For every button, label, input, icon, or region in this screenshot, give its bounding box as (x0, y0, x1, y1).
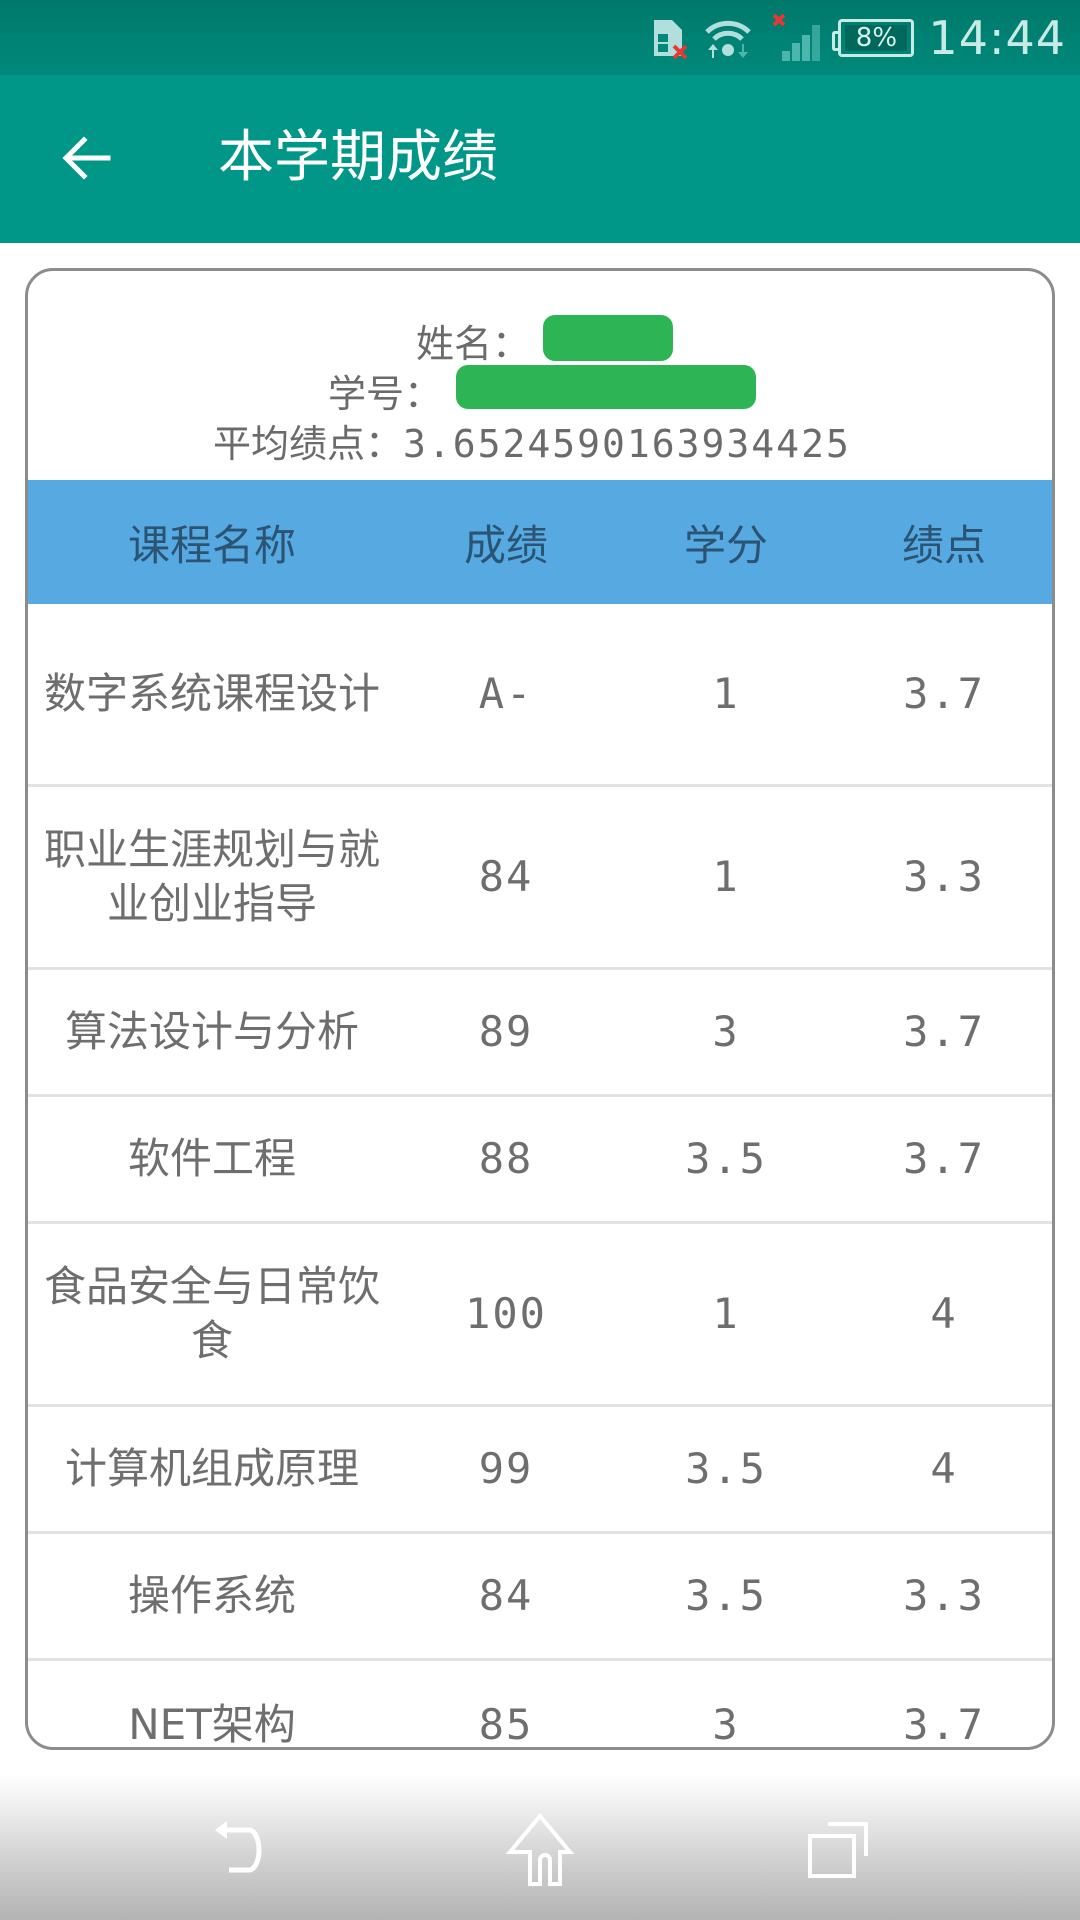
nav-home-button[interactable] (480, 1805, 600, 1895)
table-row: 算法设计与分析 89 3 3.7 (28, 970, 1052, 1097)
course-score: 99 (478, 1444, 534, 1493)
name-label: 姓名： (416, 322, 531, 366)
name-redacted (543, 315, 673, 361)
course-name: 计算机组成原理 (64, 1444, 359, 1493)
course-name: NET架构 (128, 1699, 296, 1749)
course-gpa: 3.3 (903, 852, 985, 901)
gpa-row: 平均绩点：3.6524590163934425 (213, 413, 851, 468)
course-gpa: 3.7 (903, 1699, 985, 1749)
course-name: 算法设计与分析 (64, 1007, 359, 1056)
course-credit: 3 (712, 1007, 740, 1056)
course-score: 84 (478, 852, 534, 901)
id-label: 学号： (328, 372, 443, 416)
status-bar: 8% 14:44 (0, 0, 1080, 75)
course-score: 84 (478, 1571, 534, 1620)
course-credit: 1 (712, 669, 740, 718)
course-name: 食品安全与日常饮食 (43, 1262, 380, 1365)
course-gpa: 4 (930, 1444, 958, 1493)
course-credit: 3 (712, 1699, 740, 1749)
nav-recents-button[interactable] (780, 1805, 900, 1895)
course-credit: 1 (712, 852, 740, 901)
grades-card: 姓名： 学号： 平均绩点：3.6524590163934425 课程名称 成绩 … (25, 268, 1055, 1750)
signal-no-service-icon (768, 13, 824, 63)
name-row: 姓名： (416, 313, 530, 368)
course-score: 85 (478, 1699, 534, 1749)
battery-icon: 8% (832, 18, 915, 57)
header-gpa: 绩点 (901, 520, 986, 570)
back-button[interactable] (50, 122, 122, 194)
gpa-label: 平均绩点： (213, 422, 404, 466)
table-header: 课程名称 成绩 学分 绩点 (28, 480, 1052, 604)
table-row: 操作系统 84 3.5 3.3 (28, 1534, 1052, 1661)
nav-back-button[interactable] (183, 1805, 303, 1895)
nav-back-icon (215, 1821, 262, 1873)
course-gpa: 3.7 (903, 1007, 985, 1056)
course-credit: 1 (712, 1289, 740, 1338)
table-body[interactable]: 数字系统课程设计 A- 1 3.7 职业生涯规划与就业创业指导 84 1 3.3… (28, 604, 1052, 1749)
status-icons: 8% 14:44 (650, 0, 1066, 75)
wifi-icon (704, 16, 754, 60)
header-score: 成绩 (463, 520, 548, 570)
id-row: 学号： (328, 363, 442, 418)
navigation-bar (0, 1775, 1080, 1920)
table-row: NET架构 85 3 3.7 (28, 1661, 1052, 1749)
course-score: 88 (478, 1134, 534, 1183)
app-bar (0, 75, 1080, 243)
course-score: 100 (465, 1289, 547, 1338)
header-course: 课程名称 (127, 520, 296, 570)
course-gpa: 4 (930, 1289, 958, 1338)
student-info: 姓名： 学号： 平均绩点：3.6524590163934425 (28, 271, 1052, 479)
table-row: 食品安全与日常饮食 100 1 4 (28, 1224, 1052, 1407)
course-credit: 3.5 (685, 1444, 767, 1493)
table-row: 计算机组成原理 99 3.5 4 (28, 1407, 1052, 1534)
header-credit: 学分 (683, 520, 768, 570)
course-gpa: 3.7 (903, 669, 985, 718)
table-row: 职业生涯规划与就业创业指导 84 1 3.3 (28, 787, 1052, 970)
nav-recents-icon (808, 1822, 868, 1878)
course-name: 操作系统 (127, 1571, 296, 1620)
course-name: 软件工程 (127, 1134, 296, 1183)
battery-percent: 8% (855, 22, 898, 53)
nav-home-icon (505, 1812, 575, 1886)
course-credit: 3.5 (685, 1571, 767, 1620)
clock: 14:44 (928, 10, 1066, 65)
table-row: 数字系统课程设计 A- 1 3.7 (28, 604, 1052, 787)
sim-error-icon (650, 16, 690, 60)
id-redacted (456, 365, 756, 409)
course-score: A- (478, 669, 534, 718)
arrow-left-icon (62, 136, 111, 180)
course-gpa: 3.3 (903, 1571, 985, 1620)
page-title: 本学期成绩 (218, 125, 498, 190)
course-score: 89 (478, 1007, 534, 1056)
course-name: 职业生涯规划与就业创业指导 (43, 825, 380, 928)
course-gpa: 3.7 (903, 1134, 985, 1183)
gpa-value: 3.6524590163934425 (403, 422, 851, 466)
course-name: 数字系统课程设计 (43, 669, 380, 718)
table-row: 软件工程 88 3.5 3.7 (28, 1097, 1052, 1224)
course-credit: 3.5 (685, 1134, 767, 1183)
